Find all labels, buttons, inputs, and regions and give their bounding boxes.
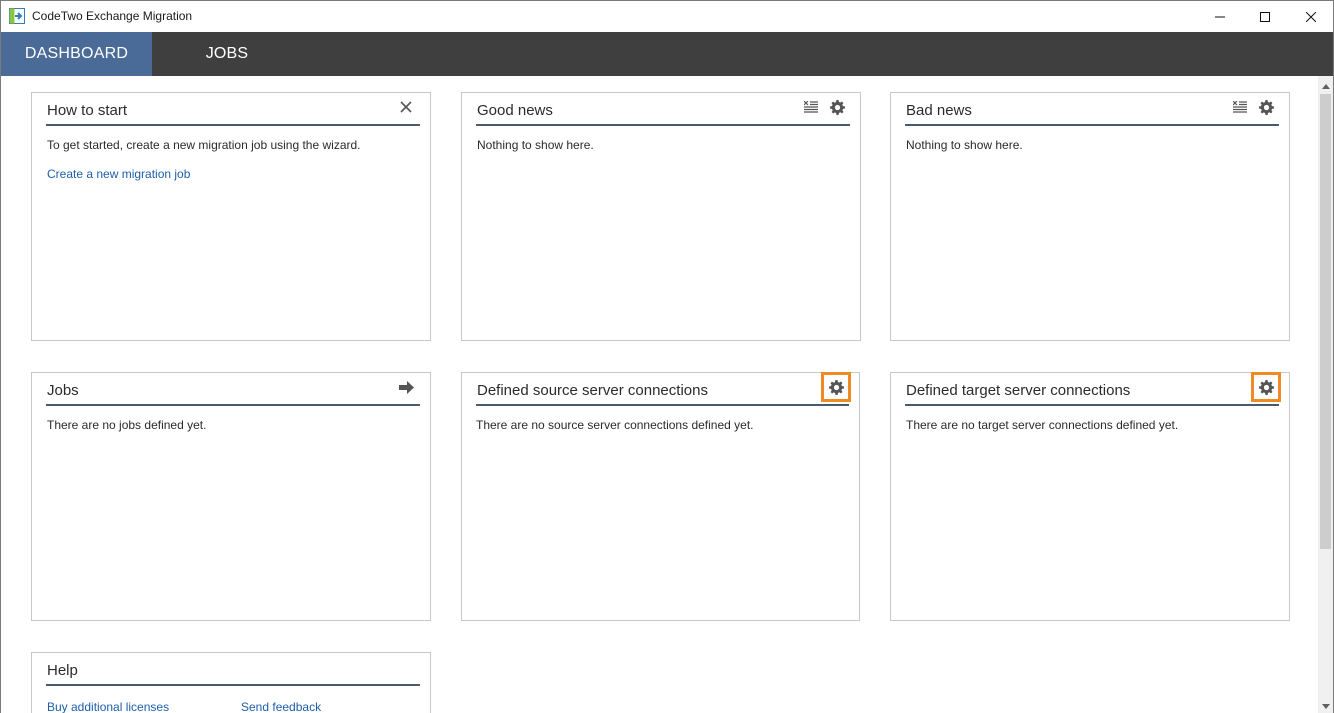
gear-icon[interactable] — [1256, 97, 1276, 117]
panel-body: There are no source server connections d… — [476, 418, 849, 432]
arrow-right-icon[interactable] — [396, 377, 416, 397]
panel-title: Jobs — [47, 382, 79, 399]
close-icon[interactable] — [396, 97, 416, 117]
panel-header: Jobs — [46, 373, 420, 406]
minimize-icon — [1215, 12, 1225, 22]
tab-dashboard[interactable]: DASHBOARD — [1, 32, 152, 76]
scroll-up-button[interactable] — [1318, 76, 1333, 93]
vertical-scrollbar[interactable] — [1318, 76, 1333, 713]
main-nav: DASHBOARD JOBS — [1, 32, 1333, 76]
title-bar: CodeTwo Exchange Migration — [1, 1, 1333, 32]
close-icon — [1306, 11, 1316, 22]
close-window-button[interactable] — [1288, 1, 1334, 32]
panel-header: Help — [46, 653, 420, 686]
panel-header: Defined target server connections — [905, 372, 1281, 406]
app-logo-icon — [9, 8, 25, 24]
send-feedback-link[interactable]: Send feedback — [241, 700, 321, 713]
help-panel: Help Buy additional licenses Send feedba… — [31, 652, 431, 713]
panel-body: There are no jobs defined yet. — [47, 418, 420, 432]
panel-body: Nothing to show here. — [906, 138, 1279, 152]
scroll-down-button[interactable] — [1318, 696, 1333, 713]
dashboard-content: How to start To get started, create a ne… — [1, 76, 1318, 713]
jobs-panel: Jobs There are no jobs defined yet. — [31, 372, 431, 621]
window-title: CodeTwo Exchange Migration — [32, 9, 193, 23]
scroll-thumb[interactable] — [1320, 94, 1331, 549]
panel-title: Good news — [477, 102, 553, 119]
panel-body: Nothing to show here. — [477, 138, 850, 152]
panel-body: To get started, create a new migration j… — [47, 138, 420, 181]
good-news-text: Nothing to show here. — [477, 138, 594, 152]
panel-header: How to start — [46, 93, 420, 126]
gear-icon[interactable] — [827, 97, 847, 117]
clear-list-icon[interactable] — [801, 97, 821, 117]
panel-title: Bad news — [906, 102, 972, 119]
how-to-start-text: To get started, create a new migration j… — [47, 138, 361, 152]
panel-title: Defined source server connections — [477, 382, 708, 399]
jobs-text: There are no jobs defined yet. — [47, 418, 207, 432]
panel-title: Defined target server connections — [906, 382, 1131, 399]
gear-icon[interactable] — [1251, 372, 1281, 402]
how-to-start-panel: How to start To get started, create a ne… — [31, 92, 431, 341]
target-connections-panel: Defined target server connections There … — [890, 372, 1290, 621]
clear-list-icon[interactable] — [1230, 97, 1250, 117]
maximize-icon — [1260, 11, 1270, 22]
source-connections-text: There are no source server connections d… — [476, 418, 754, 432]
maximize-button[interactable] — [1242, 1, 1288, 32]
panel-body: There are no target server connections d… — [906, 418, 1279, 432]
panel-title: Help — [47, 662, 78, 679]
bad-news-text: Nothing to show here. — [906, 138, 1023, 152]
create-migration-job-link[interactable]: Create a new migration job — [47, 167, 190, 181]
buy-licenses-link[interactable]: Buy additional licenses — [47, 700, 169, 713]
bad-news-panel: Bad news Nothing to show here. — [890, 92, 1290, 341]
panel-header: Good news — [476, 93, 850, 126]
panel-header: Bad news — [905, 93, 1279, 126]
target-connections-text: There are no target server connections d… — [906, 418, 1179, 432]
source-connections-panel: Defined source server connections There … — [461, 372, 860, 621]
app-window: CodeTwo Exchange Migration DASHBOARD JOB… — [0, 0, 1334, 713]
good-news-panel: Good news Nothing to show here. — [461, 92, 861, 341]
minimize-button[interactable] — [1197, 1, 1243, 32]
tab-jobs[interactable]: JOBS — [152, 32, 302, 76]
gear-icon[interactable] — [821, 372, 851, 402]
chevron-up-icon — [1321, 76, 1330, 94]
panel-title: How to start — [47, 102, 128, 119]
panel-header: Defined source server connections — [476, 372, 851, 406]
chevron-down-icon — [1321, 696, 1330, 713]
